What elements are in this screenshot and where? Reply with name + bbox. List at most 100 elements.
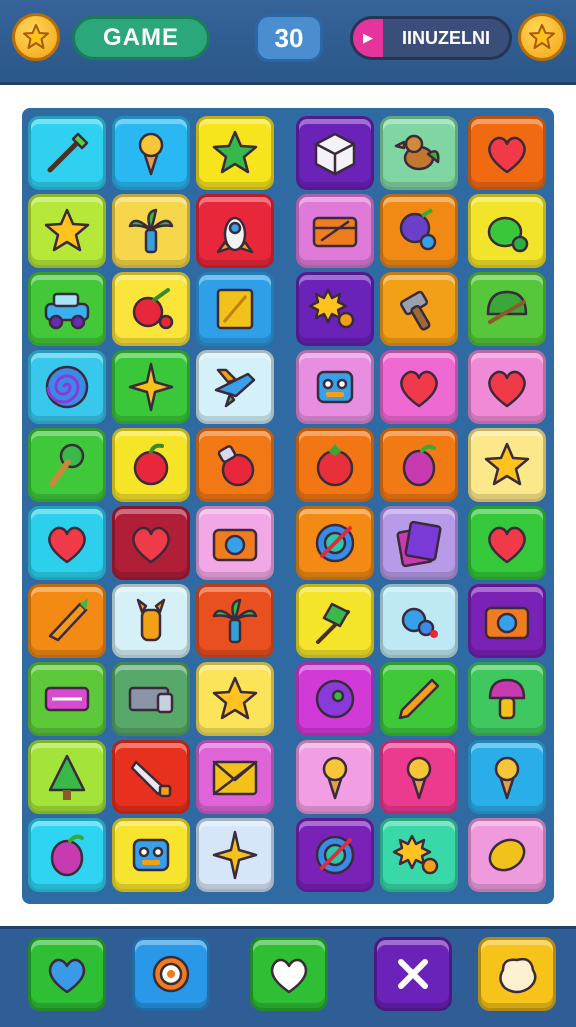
tree-icon xyxy=(48,754,86,800)
star-icon xyxy=(484,442,530,486)
tile-pencil[interactable] xyxy=(380,662,458,736)
sparkle-icon xyxy=(212,830,258,880)
heart-icon xyxy=(48,526,86,564)
lime-icon xyxy=(487,216,529,253)
tile-chest[interactable] xyxy=(296,194,374,268)
tile-gear-sun[interactable] xyxy=(380,818,458,892)
heart-powerup[interactable] xyxy=(28,937,106,1011)
tile-plane[interactable] xyxy=(196,350,274,424)
level-pill[interactable]: ▶ IINUZELNI xyxy=(350,16,512,60)
lemon-icon xyxy=(488,838,526,872)
tile-knife[interactable] xyxy=(112,740,190,814)
knife-icon xyxy=(130,760,172,798)
plane-icon xyxy=(214,368,256,408)
tile-target[interactable] xyxy=(296,506,374,580)
tile-hammer[interactable] xyxy=(380,272,458,346)
tile-car[interactable] xyxy=(28,272,106,346)
heart-icon xyxy=(132,526,170,564)
tile-grapes[interactable] xyxy=(380,584,458,658)
tile-ice-cream[interactable] xyxy=(468,740,546,814)
tile-giraffe[interactable] xyxy=(112,584,190,658)
tile-spiral[interactable] xyxy=(28,350,106,424)
heart-icon xyxy=(488,136,526,174)
tile-plum[interactable] xyxy=(28,818,106,892)
tile-robot[interactable] xyxy=(296,350,374,424)
tile-ice-cream[interactable] xyxy=(380,740,458,814)
tile-mushroom[interactable] xyxy=(468,662,546,736)
tile-book[interactable] xyxy=(380,506,458,580)
tile-star[interactable] xyxy=(28,194,106,268)
star-coin-left[interactable] xyxy=(12,13,60,61)
play-icon: ▶ xyxy=(353,19,383,57)
tile-tree[interactable] xyxy=(28,740,106,814)
target-icon xyxy=(315,523,355,563)
car-icon xyxy=(44,292,90,330)
tile-sparkle[interactable] xyxy=(112,350,190,424)
tile-bird[interactable] xyxy=(380,116,458,190)
star-coin-right[interactable] xyxy=(518,13,566,61)
tile-flag[interactable] xyxy=(296,584,374,658)
tomato-icon xyxy=(316,444,354,487)
tile-plum[interactable] xyxy=(380,428,458,502)
tile-camera[interactable] xyxy=(468,584,546,658)
tile-envelope[interactable] xyxy=(196,740,274,814)
tile-apple[interactable] xyxy=(112,428,190,502)
cross-powerup[interactable] xyxy=(374,937,452,1011)
cookie-powerup[interactable] xyxy=(478,937,556,1011)
ring-powerup[interactable] xyxy=(132,937,210,1011)
tile-box[interactable] xyxy=(112,662,190,736)
tile-gear-sun[interactable] xyxy=(296,272,374,346)
tile-ice-cream[interactable] xyxy=(112,116,190,190)
tile-heart[interactable] xyxy=(468,116,546,190)
tile-rocket[interactable] xyxy=(196,194,274,268)
cookie-icon xyxy=(499,957,537,994)
game-label[interactable]: GAME xyxy=(72,16,210,60)
star-icon xyxy=(212,676,258,720)
helmet-icon xyxy=(486,290,528,324)
tile-sparkle[interactable] xyxy=(196,818,274,892)
game-board xyxy=(22,108,554,904)
camera-icon xyxy=(212,528,258,562)
tile-heart[interactable] xyxy=(380,350,458,424)
palm-leaf-icon xyxy=(212,598,258,644)
tile-lemon[interactable] xyxy=(468,818,546,892)
tile-star[interactable] xyxy=(196,662,274,736)
tile-sign[interactable] xyxy=(28,662,106,736)
tile-ice-cream[interactable] xyxy=(296,740,374,814)
tile-heart[interactable] xyxy=(468,350,546,424)
spiral-icon xyxy=(45,365,89,409)
tile-carrot[interactable] xyxy=(28,584,106,658)
palm-leaf-icon xyxy=(128,208,174,254)
plum-icon xyxy=(402,444,436,487)
tile-card[interactable] xyxy=(196,272,274,346)
tile-bomb[interactable] xyxy=(196,428,274,502)
box-icon xyxy=(128,686,174,714)
tile-cherry[interactable] xyxy=(112,272,190,346)
tile-target[interactable] xyxy=(296,818,374,892)
gear-sun-icon xyxy=(392,834,439,875)
tile-palm-leaf[interactable] xyxy=(196,584,274,658)
tile-heart[interactable] xyxy=(28,506,106,580)
ice-cream-icon xyxy=(494,756,520,800)
ice-cream-icon xyxy=(138,132,164,176)
tile-helmet[interactable] xyxy=(468,272,546,346)
heart-outline-powerup[interactable] xyxy=(250,937,328,1011)
tile-cube[interactable] xyxy=(296,116,374,190)
heart-icon xyxy=(400,370,438,408)
powerup-bar xyxy=(0,926,576,1027)
tile-lime[interactable] xyxy=(468,194,546,268)
sign-icon xyxy=(44,686,90,712)
tile-donut[interactable] xyxy=(296,662,374,736)
tile-broccoli[interactable] xyxy=(28,428,106,502)
tile-camera[interactable] xyxy=(196,506,274,580)
tile-star[interactable] xyxy=(468,428,546,502)
tile-brush[interactable] xyxy=(28,116,106,190)
tile-blueberry[interactable] xyxy=(380,194,458,268)
tile-palm-leaf[interactable] xyxy=(112,194,190,268)
tile-robot[interactable] xyxy=(112,818,190,892)
carrot-icon xyxy=(48,598,88,642)
tile-leaf-star[interactable] xyxy=(196,116,274,190)
tile-tomato[interactable] xyxy=(296,428,374,502)
tile-heart[interactable] xyxy=(468,506,546,580)
tile-heart[interactable] xyxy=(112,506,190,580)
